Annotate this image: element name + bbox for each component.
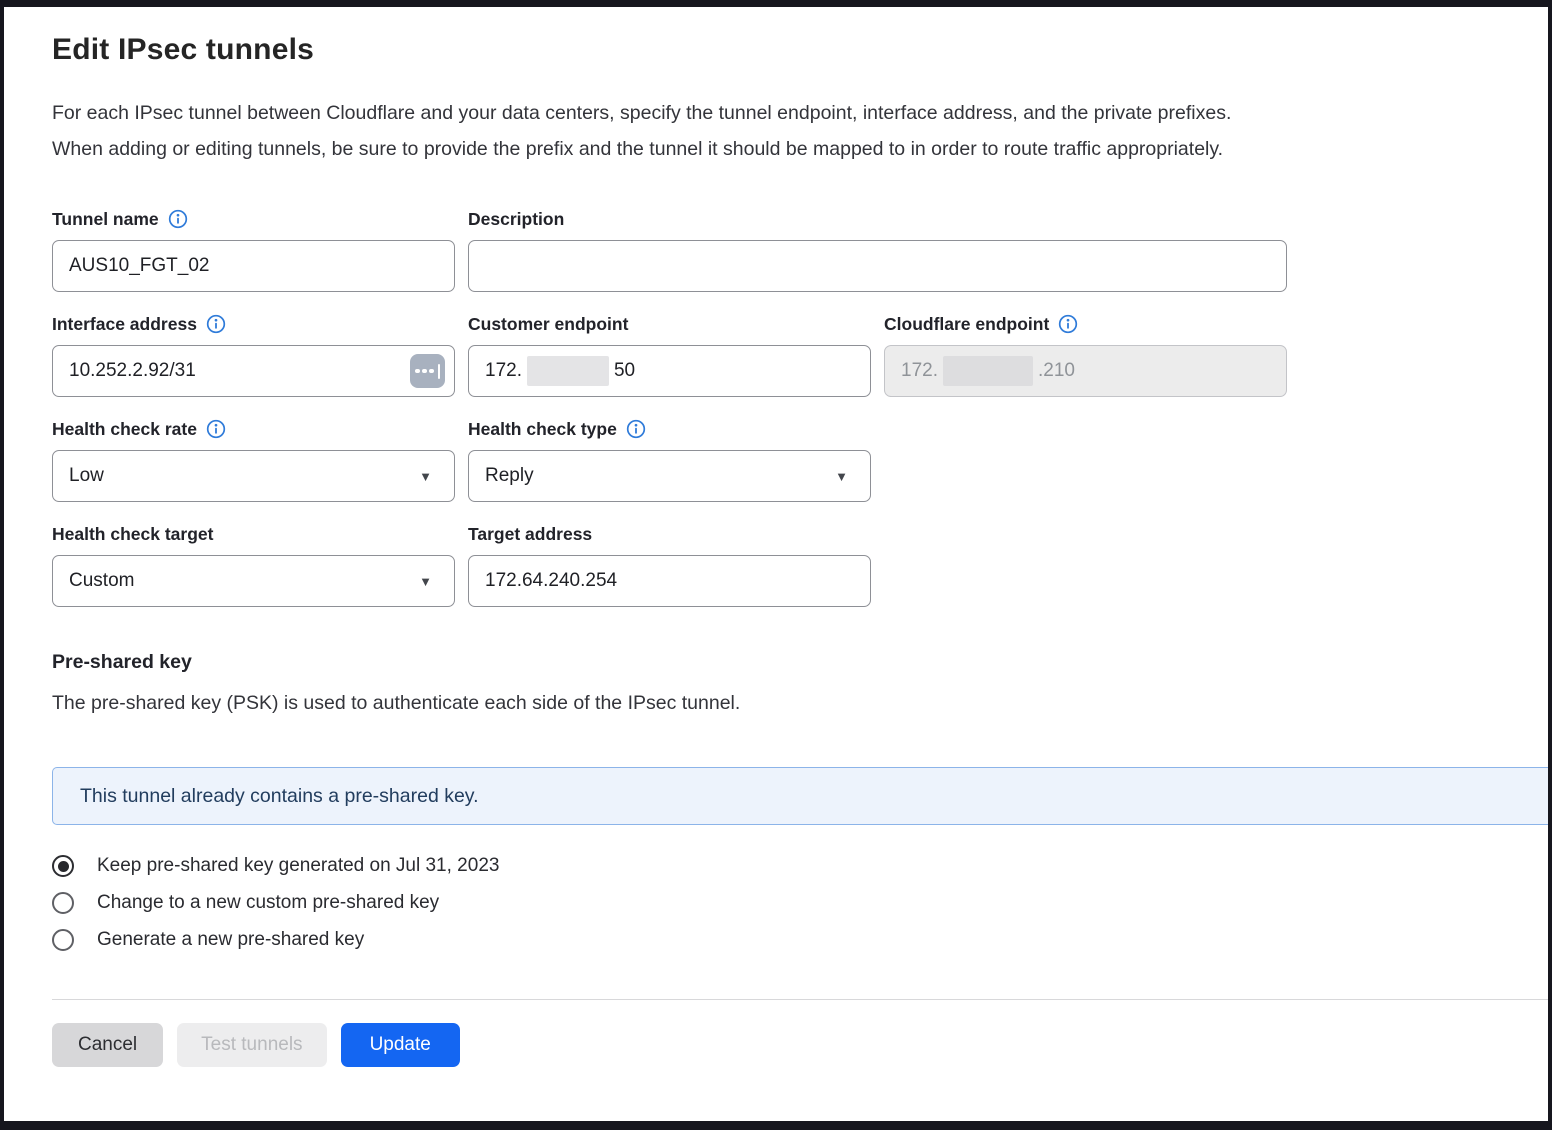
health-check-target-select[interactable]: Custom ▼	[52, 555, 455, 607]
interface-address-label-text: Interface address	[52, 314, 197, 335]
form-row-3: Health check rate Low ▼ Health check typ…	[52, 417, 1548, 502]
chevron-down-icon: ▼	[419, 575, 432, 588]
health-check-target-value: Custom	[69, 570, 134, 592]
psk-banner-text: This tunnel already contains a pre-share…	[80, 785, 479, 808]
tunnel-name-label: Tunnel name	[52, 207, 455, 231]
intro-line-1: For each IPsec tunnel between Cloudflare…	[52, 95, 1548, 131]
customer-endpoint-field: Customer endpoint 172. 50	[468, 312, 871, 397]
psk-options: Keep pre-shared key generated on Jul 31,…	[52, 855, 1548, 951]
chevron-down-icon: ▼	[419, 470, 432, 483]
radio-keep-psk[interactable]: Keep pre-shared key generated on Jul 31,…	[52, 855, 1548, 877]
health-check-rate-label-text: Health check rate	[52, 419, 197, 440]
tunnel-name-field: Tunnel name	[52, 207, 455, 292]
update-button[interactable]: Update	[341, 1023, 460, 1067]
tunnel-name-label-text: Tunnel name	[52, 209, 159, 230]
description-input[interactable]	[468, 240, 1287, 292]
interface-address-input[interactable]	[52, 345, 455, 397]
health-check-rate-field: Health check rate Low ▼	[52, 417, 455, 502]
interface-address-input-wrap	[52, 345, 455, 397]
customer-endpoint-value-prefix: 172.	[485, 360, 522, 382]
psk-info-banner: This tunnel already contains a pre-share…	[52, 767, 1548, 825]
health-check-type-field: Health check type Reply ▼	[468, 417, 871, 502]
form-row-4: Health check target Custom ▼ Target addr…	[52, 522, 1548, 607]
cloudflare-endpoint-value-prefix: 172.	[901, 360, 938, 382]
description-label-text: Description	[468, 209, 564, 230]
form-row-1: Tunnel name Description	[52, 207, 1548, 292]
health-check-rate-label: Health check rate	[52, 417, 455, 441]
info-icon[interactable]	[206, 419, 226, 439]
intro-line-2: When adding or editing tunnels, be sure …	[52, 131, 1548, 167]
info-icon[interactable]	[206, 314, 226, 334]
footer-actions: Cancel Test tunnels Update	[52, 1023, 1548, 1067]
radio-button-icon[interactable]	[52, 855, 74, 877]
health-check-type-value: Reply	[485, 465, 534, 487]
psk-description: The pre-shared key (PSK) is used to auth…	[52, 692, 1548, 715]
password-manager-autofill-icon[interactable]	[410, 354, 445, 388]
health-check-type-label-text: Health check type	[468, 419, 617, 440]
cloudflare-endpoint-value-suffix: .210	[1038, 360, 1075, 382]
customer-endpoint-label-text: Customer endpoint	[468, 314, 628, 335]
description-label: Description	[468, 207, 1287, 231]
health-check-target-label: Health check target	[52, 522, 455, 546]
health-check-rate-value: Low	[69, 465, 104, 487]
health-check-target-label-text: Health check target	[52, 524, 213, 545]
target-address-label-text: Target address	[468, 524, 592, 545]
test-tunnels-button[interactable]: Test tunnels	[177, 1023, 326, 1067]
radio-generate-psk-label: Generate a new pre-shared key	[97, 929, 364, 951]
radio-button-icon[interactable]	[52, 892, 74, 914]
info-icon[interactable]	[168, 209, 188, 229]
page-title: Edit IPsec tunnels	[52, 33, 1548, 67]
radio-custom-psk-label: Change to a new custom pre-shared key	[97, 892, 439, 914]
customer-endpoint-value-suffix: 50	[614, 360, 635, 382]
cloudflare-endpoint-label-text: Cloudflare endpoint	[884, 314, 1049, 335]
footer-divider	[52, 999, 1548, 1000]
health-check-type-label: Health check type	[468, 417, 871, 441]
cloudflare-endpoint-label: Cloudflare endpoint	[884, 312, 1287, 336]
target-address-label: Target address	[468, 522, 871, 546]
chevron-down-icon: ▼	[835, 470, 848, 483]
target-address-input[interactable]	[468, 555, 871, 607]
redacted-value	[943, 356, 1033, 386]
info-icon[interactable]	[626, 419, 646, 439]
target-address-field: Target address	[468, 522, 871, 607]
edit-ipsec-tunnels-dialog: Edit IPsec tunnels For each IPsec tunnel…	[0, 0, 1552, 1130]
health-check-rate-select[interactable]: Low ▼	[52, 450, 455, 502]
radio-button-icon[interactable]	[52, 929, 74, 951]
info-icon[interactable]	[1058, 314, 1078, 334]
redacted-value	[527, 356, 609, 386]
customer-endpoint-label: Customer endpoint	[468, 312, 871, 336]
psk-heading: Pre-shared key	[52, 651, 1548, 674]
customer-endpoint-input[interactable]: 172. 50	[468, 345, 871, 397]
cancel-button[interactable]: Cancel	[52, 1023, 163, 1067]
interface-address-label: Interface address	[52, 312, 455, 336]
health-check-target-field: Health check target Custom ▼	[52, 522, 455, 607]
intro-text: For each IPsec tunnel between Cloudflare…	[52, 95, 1548, 167]
cloudflare-endpoint-input: 172. .210	[884, 345, 1287, 397]
tunnel-name-input[interactable]	[52, 240, 455, 292]
radio-generate-psk[interactable]: Generate a new pre-shared key	[52, 929, 1548, 951]
form-row-2: Interface address Customer endpoint	[52, 312, 1548, 397]
interface-address-field: Interface address	[52, 312, 455, 397]
health-check-type-select[interactable]: Reply ▼	[468, 450, 871, 502]
radio-custom-psk[interactable]: Change to a new custom pre-shared key	[52, 892, 1548, 914]
description-field: Description	[468, 207, 1287, 292]
radio-keep-psk-label: Keep pre-shared key generated on Jul 31,…	[97, 855, 499, 877]
cloudflare-endpoint-field: Cloudflare endpoint 172. .210	[884, 312, 1287, 397]
